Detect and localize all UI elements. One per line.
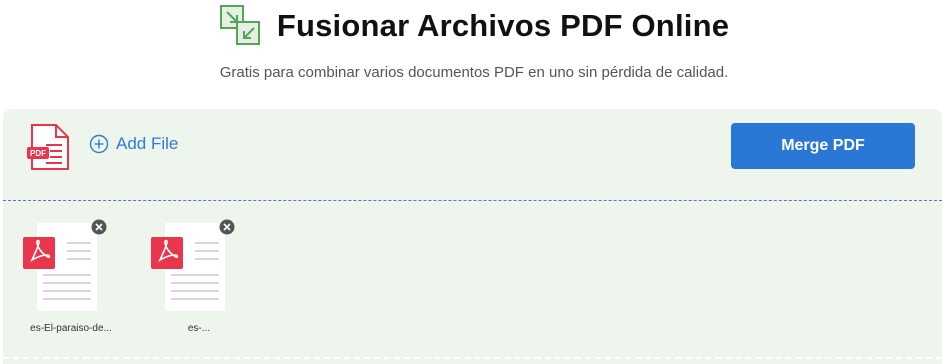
merge-pdf-button[interactable]: Merge PDF bbox=[731, 123, 915, 169]
add-file-label: Add File bbox=[116, 134, 179, 153]
pdf-document-icon bbox=[23, 223, 97, 311]
toolbar-divider bbox=[3, 200, 942, 201]
file-name: es-El-paraiso-de... bbox=[30, 323, 112, 334]
pdf-file-icon: PDF bbox=[27, 124, 69, 170]
file-card[interactable]: es-... bbox=[139, 219, 259, 349]
pdf-icon-text: PDF bbox=[30, 149, 46, 158]
merge-panel: PDF Add File Merge PDF es-El-paraiso-de.… bbox=[3, 109, 942, 364]
plus-circle-icon bbox=[89, 134, 109, 154]
upload-toolbar: PDF Add File Merge PDF bbox=[3, 109, 942, 199]
page-subtitle: Gratis para combinar varios documentos P… bbox=[219, 64, 729, 81]
panel-bottom-divider bbox=[3, 357, 942, 359]
file-name: es-... bbox=[187, 323, 211, 334]
file-card[interactable]: es-El-paraiso-de... bbox=[11, 219, 131, 349]
title-row: Fusionar Archivos PDF Online bbox=[0, 4, 948, 48]
page-title: Fusionar Archivos PDF Online bbox=[276, 8, 730, 43]
page-header: Fusionar Archivos PDF Online Gratis para… bbox=[0, 0, 948, 100]
add-file-button[interactable]: Add File bbox=[89, 134, 178, 154]
merge-arrows-icon bbox=[219, 5, 260, 45]
file-list: es-El-paraiso-de... es-... bbox=[3, 219, 942, 349]
remove-file-icon[interactable] bbox=[91, 219, 107, 235]
remove-file-icon[interactable] bbox=[219, 219, 235, 235]
pdf-document-icon bbox=[151, 223, 225, 311]
